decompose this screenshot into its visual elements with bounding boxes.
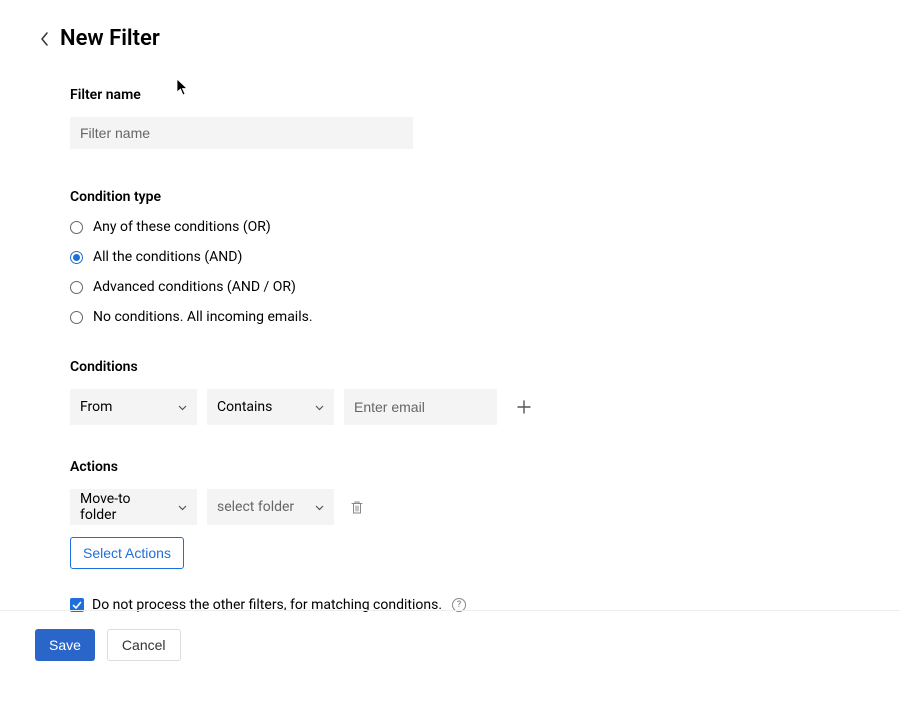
radio-advanced[interactable]: Advanced conditions (AND / OR) (70, 279, 850, 295)
chevron-down-icon (178, 499, 187, 515)
condition-operator-select[interactable]: Contains (207, 389, 334, 425)
radio-label: All the conditions (AND) (93, 249, 242, 265)
chevron-down-icon (315, 499, 324, 515)
radio-label: Advanced conditions (AND / OR) (93, 279, 296, 295)
radio-icon (70, 311, 83, 324)
conditions-label: Conditions (70, 359, 850, 375)
radio-icon (70, 251, 83, 264)
condition-field-value: From (80, 399, 112, 415)
radio-any-or[interactable]: Any of these conditions (OR) (70, 219, 850, 235)
radio-no-conditions[interactable]: No conditions. All incoming emails. (70, 309, 850, 325)
filter-name-label: Filter name (70, 87, 850, 103)
chevron-left-icon (40, 31, 50, 47)
delete-action-button[interactable] (344, 494, 370, 520)
action-type-select[interactable]: Move-to folder (70, 489, 197, 525)
add-condition-button[interactable] (511, 394, 537, 420)
select-actions-button[interactable]: Select Actions (70, 537, 184, 569)
radio-label: No conditions. All incoming emails. (93, 309, 313, 325)
condition-value-input[interactable] (344, 389, 497, 425)
filter-name-input[interactable] (70, 117, 413, 149)
action-type-value: Move-to folder (80, 491, 167, 523)
condition-field-select[interactable]: From (70, 389, 197, 425)
radio-icon (70, 281, 83, 294)
check-icon (72, 601, 82, 610)
radio-icon (70, 221, 83, 234)
action-target-placeholder: select folder (217, 499, 294, 515)
condition-row: From Contains (70, 389, 850, 425)
radio-all-and[interactable]: All the conditions (AND) (70, 249, 850, 265)
back-button[interactable] (36, 30, 54, 48)
trash-icon (350, 500, 364, 515)
condition-type-label: Condition type (70, 189, 850, 205)
chevron-down-icon (178, 399, 187, 415)
cancel-button[interactable]: Cancel (107, 629, 181, 661)
save-button[interactable]: Save (35, 629, 95, 661)
actions-label: Actions (70, 459, 850, 475)
action-target-select[interactable]: select folder (207, 489, 334, 525)
condition-operator-value: Contains (217, 399, 272, 415)
action-row: Move-to folder select folder (70, 489, 850, 525)
page-title: New Filter (60, 26, 160, 51)
chevron-down-icon (315, 399, 324, 415)
radio-label: Any of these conditions (OR) (93, 219, 271, 235)
plus-icon (517, 400, 531, 414)
